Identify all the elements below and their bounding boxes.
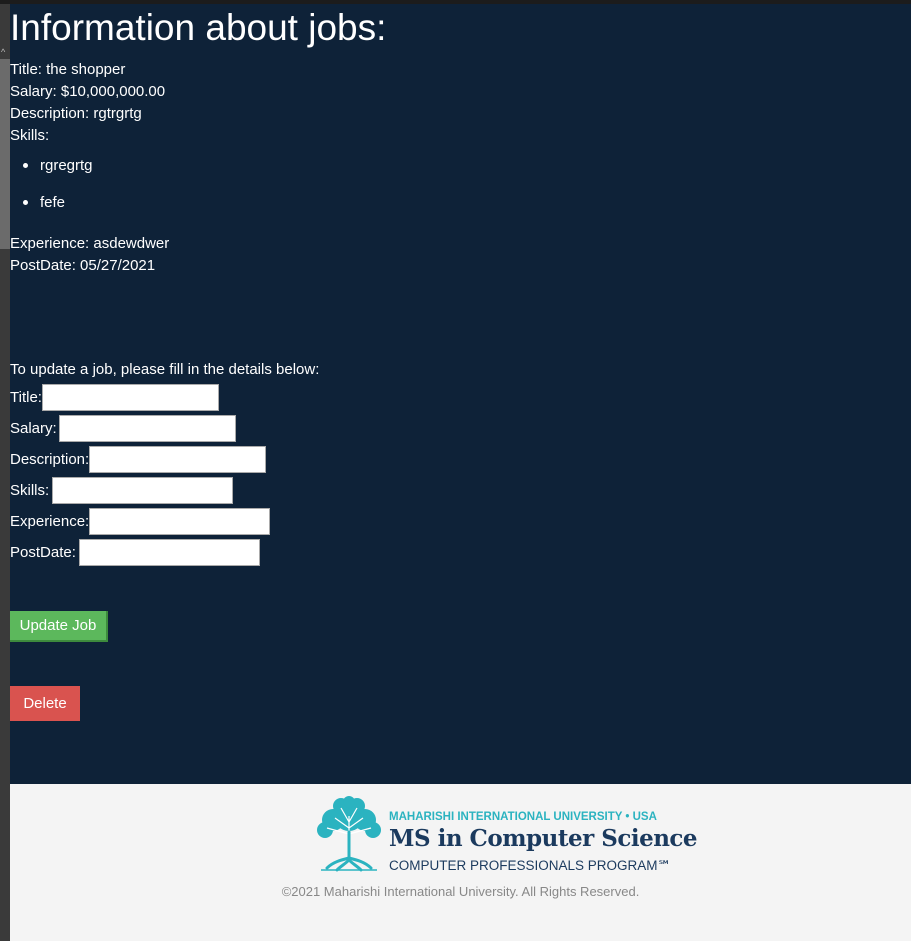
description-field-row: Description: [10,444,267,475]
experience-field-label: Experience: [10,513,90,530]
skill-item: fefe [10,184,169,221]
title-field-label: Title: [10,389,42,406]
skills-list: rgregrtg fefe [10,147,169,221]
job-salary: Salary: $10,000,000.00 [10,83,166,100]
experience-field-row: Experience: [10,506,271,537]
job-info: Title: the shopper Salary: $10,000,000.0… [10,59,169,277]
job-details-panel: Information about jobs: Title: the shopp… [10,4,911,784]
skills-input[interactable] [52,477,234,504]
skills-field-row: Skills: [10,475,234,506]
program-title: MS in Computer Science [389,825,698,852]
salary-input[interactable] [58,415,236,442]
description-field-label: Description: [10,451,90,468]
experience-input[interactable] [89,508,271,535]
program-subtitle: COMPUTER PROFESSIONALS PROGRAM℠ [389,858,672,873]
university-name: MAHARISHI INTERNATIONAL UNIVERSITY • USA [389,811,657,823]
tree-logo-icon [317,796,381,872]
delete-button[interactable]: Delete [10,686,80,721]
salary-field-label: Salary: [10,420,57,437]
scroll-up-icon[interactable]: ^ [1,48,9,57]
job-postdate: PostDate: 05/27/2021 [10,257,156,274]
postdate-input[interactable] [78,539,260,566]
job-experience: Experience: asdewdwer [10,235,170,252]
mui-logo: MAHARISHI INTERNATIONAL UNIVERSITY • USA… [311,794,698,873]
scrollbar[interactable]: ^ [0,4,10,941]
skill-item: rgregrtg [10,147,169,184]
job-description: Description: rgtrgrtg [10,105,142,122]
copyright-text: ©2021 Maharishi International University… [281,884,640,899]
title-input[interactable] [41,384,219,411]
title-field-row: Title: [10,382,219,413]
postdate-field-row: PostDate: [10,537,260,568]
page-title: Information about jobs: [10,7,387,48]
update-form-intro: To update a job, please fill in the deta… [10,361,320,378]
scrollbar-thumb[interactable] [0,59,10,249]
skills-field-label: Skills: [10,482,50,499]
update-job-button[interactable]: Update Job [10,611,108,642]
salary-field-row: Salary: [10,413,236,444]
job-skills-label: Skills: [10,127,50,144]
job-title: Title: the shopper [10,61,126,78]
footer: MAHARISHI INTERNATIONAL UNIVERSITY • USA… [10,784,911,941]
postdate-field-label: PostDate: [10,544,76,561]
description-input[interactable] [89,446,267,473]
